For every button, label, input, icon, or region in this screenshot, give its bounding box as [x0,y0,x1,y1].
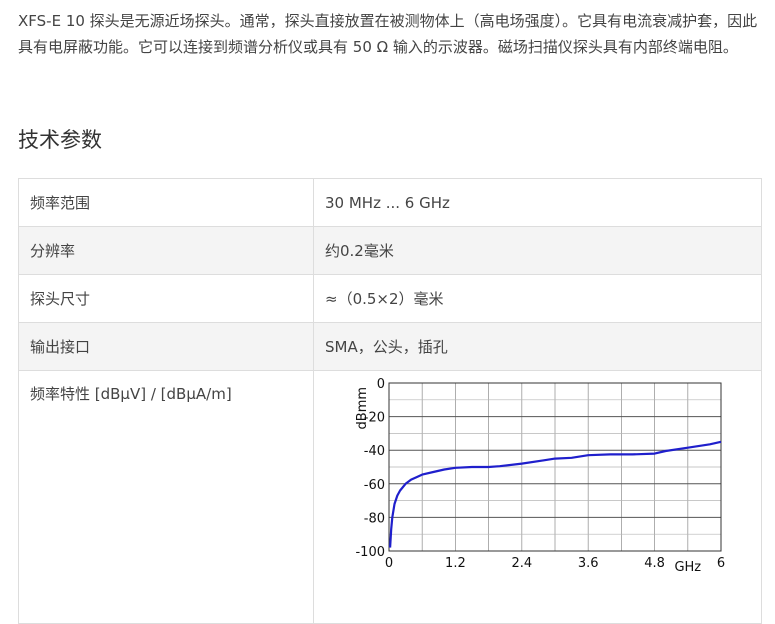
y-tick-label: -40 [364,444,385,459]
spec-row: 输出接口 SMA，公头，插孔 [18,322,762,371]
spec-key: 探头尺寸 [18,274,314,323]
spec-table: 频率范围 30 MHz ... 6 GHz 分辨率 约0.2毫米 探头尺寸 ≈（… [18,178,762,624]
x-tick-label: 4.8 [644,556,665,571]
spec-value: 30 MHz ... 6 GHz [313,178,762,227]
spec-value: 约0.2毫米 [313,226,762,275]
x-tick-label: 0 [385,556,393,571]
spec-key: 输出接口 [18,322,314,371]
x-tick-label: 2.4 [511,556,532,571]
y-tick-label: 0 [377,377,385,392]
x-tick-label: 1.2 [445,556,466,571]
spec-row: 频率范围 30 MHz ... 6 GHz [18,178,762,227]
spec-value: SMA，公头，插孔 [313,322,762,371]
x-tick-label: 3.6 [578,556,599,571]
intro-paragraph: XFS-E 10 探头是无源近场探头。通常，探头直接放置在被测物体上（高电场强度… [18,12,758,56]
frequency-response-chart: 0-20-40-60-80-1000 1.2 2.4 3.6 4.8 6GHzdBmm [355,377,725,575]
y-tick-label: -60 [364,478,385,493]
spec-row: 探头尺寸 ≈（0.5×2）毫米 [18,274,762,323]
section-title: 技术参数 [18,128,102,152]
x-axis-label: GHz [674,560,701,575]
spec-value: ≈（0.5×2）毫米 [313,274,762,323]
x-tick-label: 6 [717,556,725,571]
spec-key: 分辨率 [18,226,314,275]
y-axis-label: dBmm [355,387,370,430]
y-tick-label: -80 [364,511,385,526]
spec-key: 频率范围 [18,178,314,227]
series-line [389,440,722,548]
y-tick-label: -100 [355,545,385,560]
spec-row: 分辨率 约0.2毫米 [18,226,762,275]
